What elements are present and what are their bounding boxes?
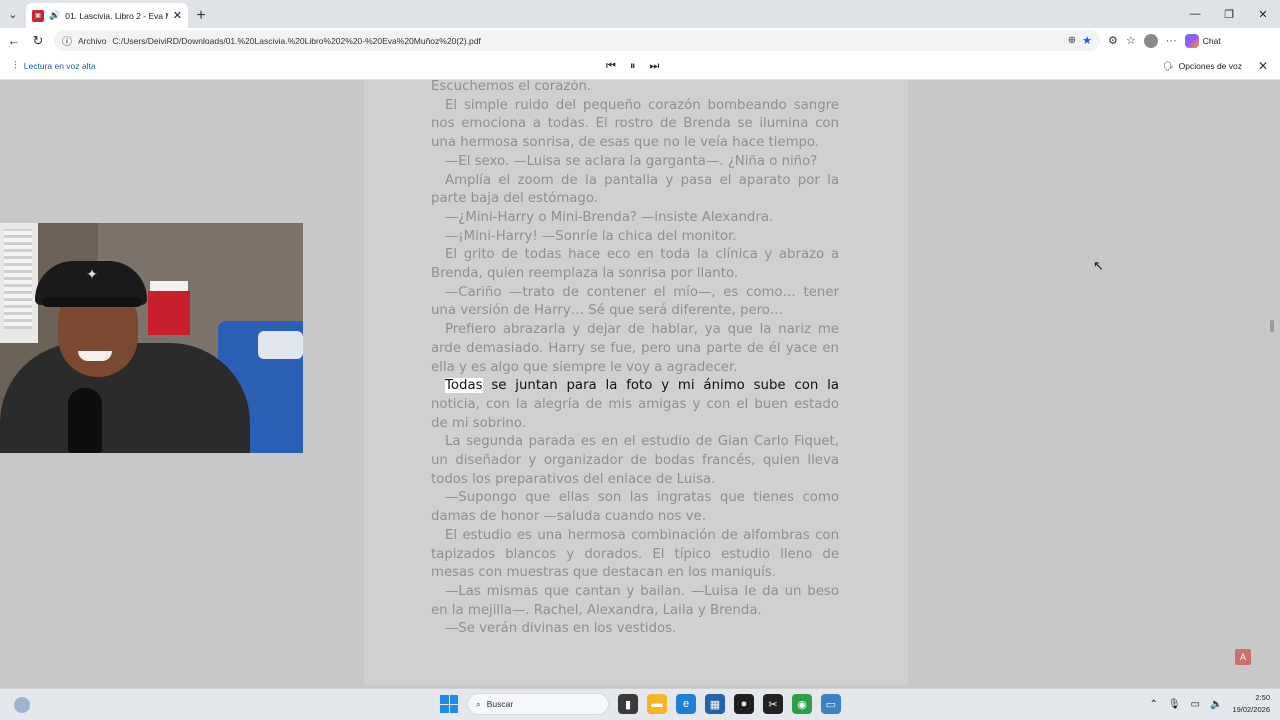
read-aloud-bar: ⫶ Lectura en voz alta ⏮ ⏸ ⏭ 🗣 Opciones d… [0, 53, 1280, 80]
search-placeholder: Buscar [486, 699, 514, 709]
tab-actions-menu[interactable]: ⌄ [0, 0, 26, 28]
paragraph-reading: Todas se juntan para la foto y mi ánimo … [431, 377, 839, 433]
read-aloud-icon: ⫶ [14, 59, 17, 72]
clock-time: 2:50 [1255, 693, 1270, 702]
clock-date: 19/02/2026 [1232, 705, 1270, 714]
more-menu-icon[interactable]: ··· [1166, 35, 1177, 47]
read-aloud-title: ⫶ Lectura en voz alta [14, 60, 96, 73]
url-field[interactable]: ⓘ Archivo C:/Users/DeiviRD/Downloads/01.… [54, 30, 1100, 51]
new-tab-button[interactable]: + [188, 3, 214, 28]
tab-active[interactable]: ▣ 🔊 01. Lascivia. Libro 2 - Eva Muñ ✕ [26, 3, 188, 28]
speaker-icon[interactable]: 🔊 [49, 10, 60, 21]
store-icon[interactable]: ▦ [705, 694, 725, 714]
edge-icon[interactable]: e [676, 694, 696, 714]
tab-title: 01. Lascivia. Libro 2 - Eva Muñ [65, 10, 168, 21]
close-tab-icon[interactable]: ✕ [173, 9, 182, 22]
favorites-icon[interactable]: ☆ [1126, 34, 1136, 47]
webcam-window-blinds [0, 223, 38, 343]
refresh-icon: ↻ [32, 32, 44, 48]
chrome-icon[interactable]: ◉ [792, 694, 812, 714]
search-icon: ⌕ [476, 698, 481, 709]
page-text: Escuchemos el corazón. El simple ruido d… [431, 80, 839, 639]
voice-icon: 🗣 [1162, 60, 1174, 71]
toolbar-right: ⚙ ☆ ··· Chat [1108, 33, 1221, 48]
webcam-cap-brim [42, 297, 142, 307]
info-icon[interactable]: ⓘ [62, 33, 72, 48]
system-tray: ⌃ 🎙 ▭ 🔈 2:50 19/02/2026 [1149, 692, 1270, 716]
paragraph: El estudio es una hermosa combinación de… [431, 527, 839, 581]
extensions-icon[interactable]: ⚙ [1108, 34, 1118, 47]
favorite-star-icon[interactable]: ★ [1082, 34, 1092, 47]
chat-button[interactable]: Chat [1184, 33, 1221, 48]
paragraph: —Se verán divinas en los vestidos. [445, 621, 677, 637]
paragraph: —Supongo que ellas son las ingratas que … [431, 490, 839, 525]
scrollbar-thumb[interactable] [1270, 320, 1274, 332]
paragraph: —¡Mini-Harry! —Sonríe la chica del monit… [445, 228, 737, 244]
translate-icon[interactable]: ⊕ [1068, 35, 1076, 46]
url-path[interactable]: C:/Users/DeiviRD/Downloads/01.%20Lascivi… [112, 36, 1061, 46]
playback-controls: ⏮ ⏸ ⏭ [606, 60, 659, 73]
paragraph: El grito de todas hace eco en toda la cl… [431, 247, 839, 282]
refresh-button[interactable]: ↻ [26, 29, 50, 53]
window-controls: — ❐ ✕ [1178, 0, 1280, 28]
profile-avatar[interactable] [1143, 33, 1158, 48]
paragraph: —Las mismas que cantan y bailan. —Luisa … [431, 583, 839, 618]
reading-rest: noticia, con la alegría de mis amigas y … [431, 396, 839, 431]
capcut-icon[interactable]: ✂ [763, 694, 783, 714]
webcam-pillow [258, 331, 303, 359]
widgets-icon[interactable] [14, 697, 30, 713]
volume-icon[interactable]: 🔈 [1210, 699, 1222, 710]
app-window-icon[interactable]: ▭ [821, 694, 841, 714]
voice-options-label: Opciones de voz [1178, 61, 1242, 71]
taskbar-apps: ⌕ Buscar ▮ ▬ e ▦ ● ✂ ◉ ▭ [440, 693, 841, 715]
next-icon[interactable]: ⏭ [649, 60, 659, 73]
paragraph: Prefiero abrazarla y dejar de hablar, ya… [431, 322, 839, 375]
restore-icon[interactable]: ❐ [1212, 0, 1246, 28]
pdf-icon: ▣ [32, 9, 44, 22]
start-icon[interactable] [440, 695, 458, 713]
close-window-icon[interactable]: ✕ [1246, 0, 1280, 28]
highlighted-word: Todas [445, 378, 483, 394]
read-aloud-label: Lectura en voz alta [23, 61, 96, 71]
tab-bar: ⌄ ▣ 🔊 01. Lascivia. Libro 2 - Eva Muñ ✕ … [0, 0, 1280, 28]
chat-label: Chat [1202, 35, 1221, 46]
task-view-icon[interactable]: ▮ [618, 694, 638, 714]
paragraph: —Cariño —trato de contener el mío—, es c… [431, 284, 839, 319]
close-read-aloud-icon[interactable]: ✕ [1258, 59, 1268, 73]
adobe-pdf-icon[interactable]: A [1235, 649, 1251, 665]
copilot-icon [1184, 33, 1199, 48]
pdf-page: Escuchemos el corazón. El simple ruido d… [364, 80, 908, 685]
back-button[interactable]: ← [2, 29, 26, 53]
url-scheme-label: Archivo [78, 35, 107, 46]
pause-icon[interactable]: ⏸ [630, 60, 636, 73]
chevron-down-icon: ⌄ [8, 8, 18, 21]
paragraph: Escuchemos el corazón. [431, 80, 592, 94]
arrow-left-icon: ← [7, 33, 21, 48]
network-icon[interactable]: ▭ [1191, 699, 1200, 710]
paragraph: El simple ruido del pequeño corazón bomb… [431, 97, 839, 151]
mic-tray-icon[interactable]: 🎙 [1168, 699, 1181, 710]
webcam-overlay: ✦ [0, 223, 303, 453]
webcam-red-box [148, 291, 190, 335]
microphone-icon [68, 388, 102, 453]
obs-icon[interactable]: ● [734, 694, 754, 714]
address-bar: ← ↻ ⓘ Archivo C:/Users/DeiviRD/Downloads… [0, 28, 1280, 53]
cap-logo-icon: ✦ [86, 267, 98, 283]
taskbar: ⌕ Buscar ▮ ▬ e ▦ ● ✂ ◉ ▭ ⌃ 🎙 ▭ 🔈 2:50 19… [0, 688, 1280, 720]
tray-chevron-icon[interactable]: ⌃ [1149, 699, 1157, 710]
paragraph: Amplía el zoom de la pantalla y pasa el … [431, 172, 839, 207]
clock[interactable]: 2:50 19/02/2026 [1232, 692, 1270, 716]
reading-line: se juntan para la foto y mi ánimo sube c… [482, 378, 839, 394]
paragraph: —El sexo. —Luisa se aclara la garganta—.… [445, 153, 818, 169]
voice-options-button[interactable]: 🗣 Opciones de voz [1163, 61, 1242, 72]
paragraph: —¿Mini-Harry o Mini-Brenda? —insiste Ale… [445, 209, 774, 225]
previous-icon[interactable]: ⏮ [606, 60, 616, 73]
minimize-icon[interactable]: — [1178, 0, 1212, 28]
mouse-cursor-icon: ↖ [1093, 258, 1104, 273]
taskbar-search[interactable]: ⌕ Buscar [467, 693, 609, 715]
paragraph: La segunda parada es en el estudio de Gi… [431, 434, 839, 487]
webcam-smile [78, 351, 112, 361]
file-explorer-icon[interactable]: ▬ [647, 694, 667, 714]
